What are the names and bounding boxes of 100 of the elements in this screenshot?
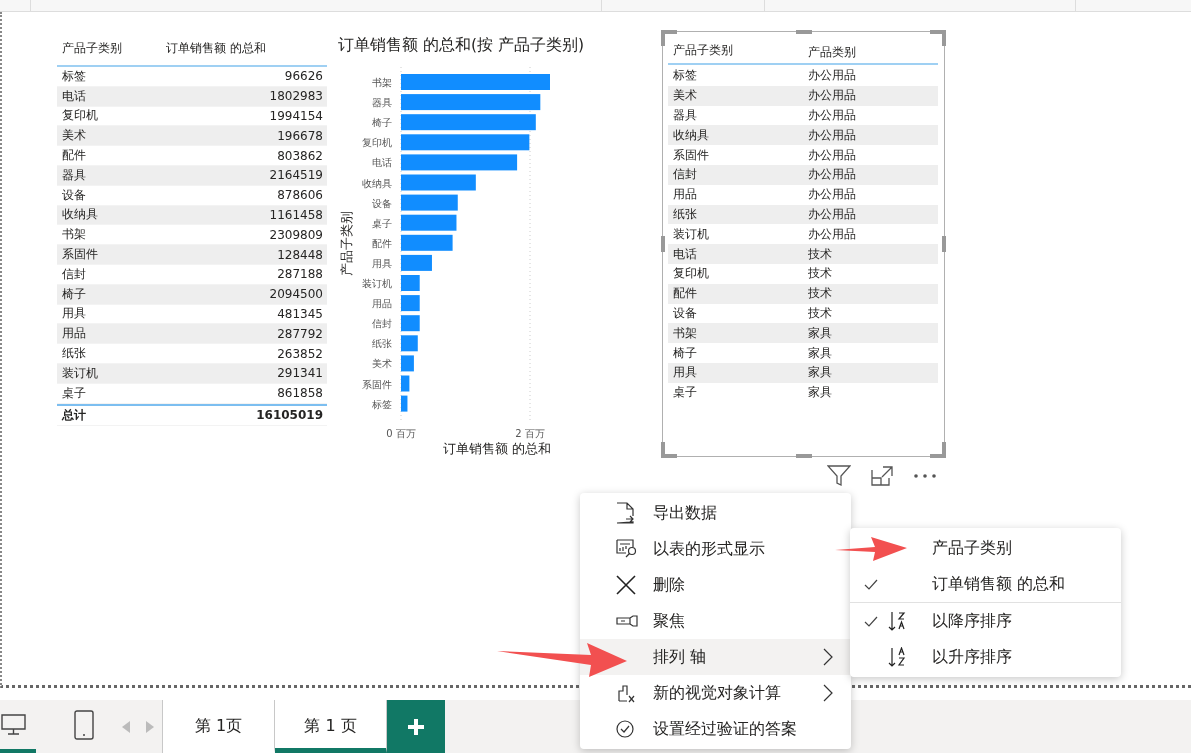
bar[interactable] [401, 234, 453, 251]
bar[interactable] [401, 275, 420, 291]
bar[interactable] [401, 154, 518, 171]
category-label: 配件 [372, 237, 392, 249]
table-cell-text: 桌子 [61, 384, 87, 402]
menu-item[interactable]: 设置经过验证的答案 [580, 711, 851, 747]
bar[interactable] [401, 315, 420, 332]
table-cell-text: 287188 [276, 267, 324, 282]
table-cell-text: 用品 [672, 186, 698, 204]
category-label: 桌子 [372, 217, 392, 229]
table-cell-text: 收纳具 [672, 126, 710, 144]
menu-item[interactable]: 排列 轴 [580, 639, 851, 675]
table-cell-text: 481345 [276, 306, 324, 321]
menu-item[interactable]: 以表的形式显示 [580, 531, 851, 567]
bar[interactable] [401, 395, 408, 412]
previous-page-icon[interactable] [122, 720, 130, 733]
table-cell-text: 用具 [61, 305, 87, 323]
table-cell-text: 办公用品 [807, 87, 857, 105]
focus-mode-icon[interactable] [871, 466, 893, 486]
resize-handle[interactable] [661, 30, 677, 46]
table-cell-text: 书架 [672, 324, 698, 342]
table-cell-text: 办公用品 [807, 146, 857, 164]
chevron-right-icon [823, 648, 833, 666]
menu-item[interactable]: 删除 [580, 567, 851, 603]
category-label: 纸张 [372, 338, 392, 350]
table-cell-text: 标签 [61, 67, 87, 85]
table-cell-text: 配件 [672, 285, 698, 303]
menu-item[interactable]: 订单销售额 的总和 [850, 566, 1121, 602]
table-cell-text: 2309809 [268, 227, 324, 242]
next-page-icon[interactable] [146, 720, 154, 733]
sort-ascending-icon [888, 647, 906, 667]
visual-frame[interactable]: 产品子类别 产品类别 标签 办公用品 美术 办公用品 器具 办公用品 收纳具 办公用品 系固件 办公用品 信封 办公用品 用品 办公用品 纸张 办公用品 装订机 办公用品 电话 技术 复印机 技术 配件 技术 设备 技术 书架 家具 椅子 家具 用具 家具 桌子 家具 [662, 31, 945, 457]
table-cell-text: 1994154 [268, 109, 324, 123]
category-label: 椅子 [372, 117, 392, 129]
axis-title: 产品子类别 [339, 210, 354, 276]
bar[interactable] [401, 295, 420, 312]
menu-item[interactable]: 导出数据 [580, 495, 851, 531]
bar[interactable] [401, 94, 541, 111]
resize-handle[interactable] [930, 442, 946, 458]
table-cell-text: 263852 [276, 346, 324, 361]
bar[interactable] [401, 174, 476, 191]
bar[interactable] [401, 254, 432, 271]
menu-item[interactable]: 以升序排序 [850, 639, 1121, 675]
total-label: 总计 [60, 406, 87, 424]
category-label: 装订机 [362, 278, 392, 289]
category-label: 用具 [372, 257, 392, 269]
table-cell-text: 信封 [672, 166, 698, 184]
table-cell-text: 收纳具 [61, 206, 99, 224]
resize-handle[interactable] [661, 236, 665, 252]
flashlight-icon [616, 615, 638, 627]
phone-icon [74, 709, 94, 740]
bar[interactable] [401, 134, 530, 151]
bar[interactable] [401, 375, 410, 392]
table-cell-text: 装订机 [672, 225, 710, 243]
column-header[interactable]: 产品子类别 [668, 38, 803, 62]
table-cell-text: 办公用品 [807, 67, 857, 85]
page-tab[interactable]: 第 1 页 [275, 700, 387, 753]
table-cell-text: 电话 [61, 87, 87, 105]
table-cell-text: 系固件 [672, 146, 710, 164]
table-cell-text: 196678 [276, 128, 324, 143]
plus-icon [407, 717, 425, 736]
filter-icon[interactable] [827, 465, 851, 487]
table-cell-text: 椅子 [672, 344, 698, 362]
column-header[interactable]: 订单销售额 的总和 [166, 39, 327, 57]
table-cell-text: 办公用品 [807, 186, 857, 204]
menu-item[interactable]: 新的视觉对象计算 [580, 675, 851, 711]
table-cell-text: 纸张 [61, 345, 87, 363]
bar[interactable] [401, 214, 457, 231]
resize-handle[interactable] [661, 442, 677, 458]
resize-handle[interactable] [942, 236, 946, 252]
menu-item[interactable]: 以降序排序 [850, 603, 1121, 639]
column-header[interactable]: 产品类别 [803, 38, 938, 62]
add-page-button[interactable] [387, 700, 445, 753]
page-tab[interactable]: 第 1页 [163, 700, 275, 753]
table-cell-text: 878606 [276, 188, 324, 203]
table-search-icon [616, 539, 638, 559]
category-label: 美术 [372, 358, 392, 370]
table-cell-text: 电话 [672, 245, 698, 263]
bar[interactable] [401, 114, 536, 131]
table-cell-text: 椅子 [61, 285, 87, 303]
resize-handle[interactable] [796, 454, 812, 458]
document-export-icon [616, 502, 634, 524]
calculation-icon [616, 683, 636, 703]
bar[interactable] [401, 355, 414, 372]
menu-item[interactable]: 聚焦 [580, 603, 851, 639]
more-options-icon[interactable] [913, 473, 937, 479]
bar[interactable] [401, 335, 418, 352]
resize-handle[interactable] [796, 30, 812, 34]
table-cell-text: 复印机 [61, 107, 99, 125]
tick-label: 0 百万 [386, 428, 416, 439]
menu-item[interactable]: 产品子类别 [850, 530, 1121, 566]
column-header[interactable]: 产品子类别 [57, 39, 166, 57]
bar[interactable] [401, 194, 458, 211]
table-cell-text: 2164519 [268, 168, 324, 183]
table-cell-text: 书架 [61, 226, 87, 244]
resize-handle[interactable] [930, 30, 946, 46]
table-cell-text: 家具 [807, 344, 833, 362]
table-cell-text: 办公用品 [807, 126, 857, 144]
table-cell-text: 1161458 [268, 207, 324, 222]
total-value: 16105019 [255, 408, 324, 423]
